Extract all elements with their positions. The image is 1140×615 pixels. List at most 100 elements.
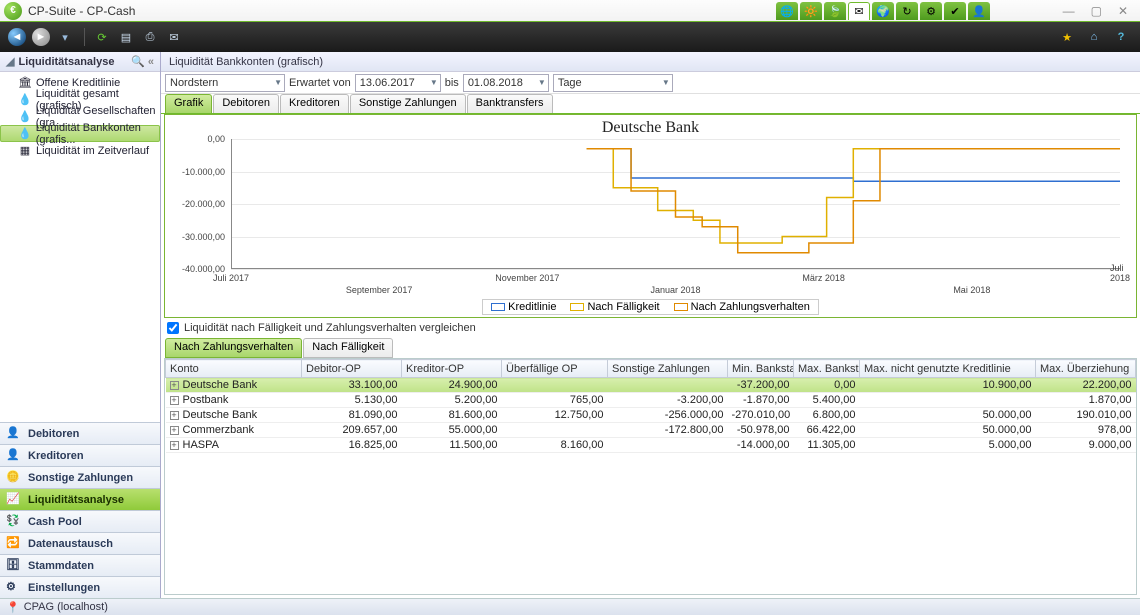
app-tab[interactable]: 🌐 [776,2,798,20]
export-button[interactable]: ▤ [115,26,137,48]
sidebar: ◢ Liquiditätsanalyse 🔍 « 🏛Offene Kreditl… [0,52,161,598]
nav-item[interactable]: 👤Kreditoren [0,444,160,466]
forward-button[interactable]: ► [30,26,52,48]
tree-item[interactable]: 💧Liquidität Bankkonten (grafis... [0,125,160,142]
app-tab[interactable]: ↻ [896,2,918,20]
tab[interactable]: Banktransfers [467,94,553,113]
date-from-input[interactable]: 13.06.2017▼ [355,74,441,92]
chart-plot: 0,00-10.000,00-20.000,00-30.000,00-40.00… [173,139,1128,297]
nav-item[interactable]: 📈Liquiditätsanalyse [0,488,160,510]
nav-item[interactable]: 🪙Sonstige Zahlungen [0,466,160,488]
tab[interactable]: Kreditoren [280,94,349,113]
main-panel: Liquidität Bankkonten (grafisch) Nordste… [161,52,1140,598]
refresh-button[interactable]: ⟳ [91,26,113,48]
search-icon[interactable]: 🔍 « [131,55,154,68]
chart-icon: 📈 [6,492,22,508]
app-tab[interactable]: ⚙ [920,2,942,20]
app-tab[interactable]: 🌍 [872,2,894,20]
column-header[interactable]: Überfällige OP [502,360,608,378]
back-button[interactable]: ◄ [6,26,28,48]
expand-icon[interactable]: + [170,411,179,420]
home-button[interactable]: ⌂ [1083,26,1105,48]
subtab[interactable]: Nach Fälligkeit [303,338,393,358]
bank-icon: 🏛 [18,76,32,90]
tree-expand-icon[interactable]: ◢ [6,55,14,68]
drop-icon: 💧 [18,93,32,107]
legend-item: Nach Fälligkeit [570,301,659,313]
grid-icon: ▦ [18,144,32,158]
nav-item[interactable]: ⚙Einstellungen [0,576,160,598]
gear-icon: ⚙ [6,580,22,596]
expand-icon[interactable]: + [170,426,179,435]
mail-button[interactable]: ✉ [163,26,185,48]
close-button[interactable]: ✕ [1118,4,1128,18]
pool-icon: 💱 [6,514,22,530]
column-header[interactable]: Sonstige Zahlungen [608,360,728,378]
subtab[interactable]: Nach Zahlungsverhalten [165,338,302,358]
table-row[interactable]: +Deutsche Bank81.090,0081.600,0012.750,0… [166,408,1136,423]
column-header[interactable]: Max. Bankst... [794,360,860,378]
tab[interactable]: Sonstige Zahlungen [350,94,466,113]
column-header[interactable]: Konto [166,360,302,378]
column-header[interactable]: Min. Banksta... [728,360,794,378]
app-tab[interactable]: ✉ [848,2,870,20]
app-tab[interactable]: 🔆 [800,2,822,20]
column-header[interactable]: Debitor-OP [302,360,402,378]
to-label: bis [445,77,459,89]
compare-checkbox[interactable] [167,322,179,334]
table-row[interactable]: +Postbank5.130,005.200,00765,00-3.200,00… [166,393,1136,408]
data-grid: KontoDebitor-OPKreditor-OPÜberfällige OP… [164,358,1137,595]
chart-title: Deutsche Bank [173,119,1128,137]
nav-item[interactable]: 👤Debitoren [0,422,160,444]
status-text: CPAG (localhost) [24,601,108,613]
app-tab[interactable]: 👤 [968,2,990,20]
titlebar: € CP-Suite - CP-Cash 🌐 🔆 🍃 ✉ 🌍 ↻ ⚙ ✔ 👤 —… [0,0,1140,22]
dropdown-button[interactable]: ▾ [54,26,76,48]
column-header[interactable]: Kreditor-OP [402,360,502,378]
compare-checkbox-row: Liquidität nach Fälligkeit und Zahlungsv… [161,318,1140,338]
status-bar: 📍 CPAG (localhost) [0,598,1140,615]
exchange-icon: 🔁 [6,536,22,552]
help-button[interactable]: ? [1110,26,1132,48]
window-title: CP-Suite - CP-Cash [28,4,135,18]
table-row[interactable]: +Commerzbank209.657,0055.000,00-172.800,… [166,423,1136,438]
db-icon: 🗄 [6,558,22,574]
main-toolbar: ◄ ► ▾ ⟳ ▤ ⎙ ✉ ★ ⌂ ? [0,22,1140,52]
granularity-combo[interactable]: Tage▼ [553,74,673,92]
nav-item[interactable]: 💱Cash Pool [0,510,160,532]
chart-frame: Deutsche Bank 0,00-10.000,00-20.000,00-3… [164,114,1137,318]
date-to-input[interactable]: 01.08.2018▼ [463,74,549,92]
app-tab[interactable]: 🍃 [824,2,846,20]
company-combo[interactable]: Nordstern▼ [165,74,285,92]
column-header[interactable]: Max. nicht genutzte Kreditlinie [860,360,1036,378]
print-button[interactable]: ⎙ [139,26,161,48]
sidebar-title: Liquiditätsanalyse [18,56,114,68]
app-logo-icon: € [4,2,22,20]
expand-icon[interactable]: + [170,441,179,450]
app-tab-strip: 🌐 🔆 🍃 ✉ 🌍 ↻ ⚙ ✔ 👤 [776,0,990,22]
user-icon: 👤 [6,448,22,464]
expand-icon[interactable]: + [170,396,179,405]
drop-icon: 💧 [18,110,32,124]
expected-label: Erwartet von [289,77,351,89]
column-header[interactable]: Max. Überziehung [1036,360,1136,378]
view-tabs: GrafikDebitorenKreditorenSonstige Zahlun… [161,94,1140,114]
tree-item[interactable]: ▦Liquidität im Zeitverlauf [0,142,160,159]
tab[interactable]: Grafik [165,94,212,113]
table-subtabs: Nach ZahlungsverhaltenNach Fälligkeit [161,338,1140,358]
expand-icon[interactable]: + [170,381,179,390]
sidebar-header: ◢ Liquiditätsanalyse 🔍 « [0,52,160,72]
table-row[interactable]: +HASPA16.825,0011.500,008.160,00-14.000,… [166,438,1136,453]
minimize-button[interactable]: — [1063,4,1075,18]
table-row[interactable]: +Deutsche Bank33.100,0024.900,00-37.200,… [166,378,1136,393]
maximize-button[interactable]: ▢ [1091,4,1102,18]
filter-bar: Nordstern▼ Erwartet von 13.06.2017▼ bis … [161,72,1140,94]
pin-icon: 📍 [6,601,20,614]
favorite-button[interactable]: ★ [1056,26,1078,48]
legend-item: Kreditlinie [491,301,556,313]
nav-item[interactable]: 🗄Stammdaten [0,554,160,576]
nav-item[interactable]: 🔁Datenaustausch [0,532,160,554]
tab[interactable]: Debitoren [213,94,279,113]
app-tab[interactable]: ✔ [944,2,966,20]
user-icon: 👤 [6,426,22,442]
